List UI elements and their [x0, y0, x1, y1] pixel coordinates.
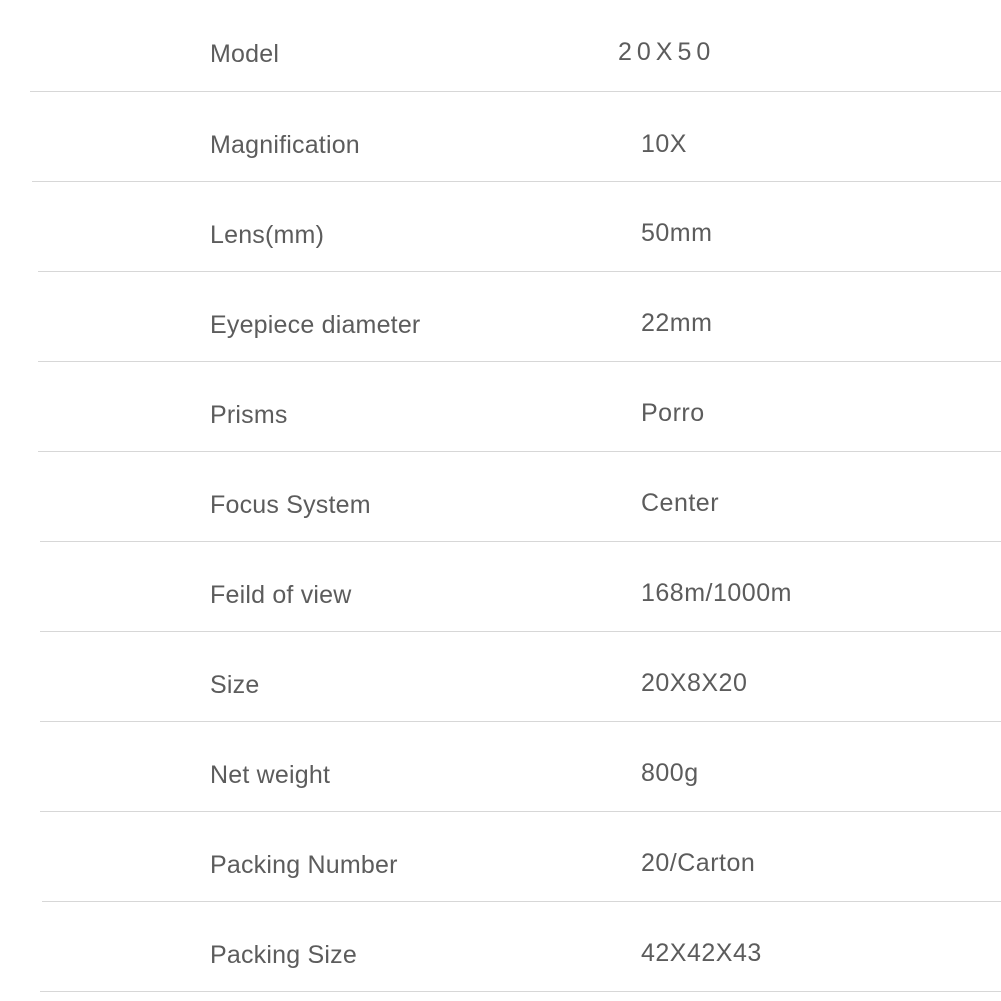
spec-row-lens: Lens(mm) 50mm — [0, 181, 1001, 271]
spec-value: 168m/1000m — [641, 579, 792, 607]
spec-row-size: Size 20X8X20 — [0, 631, 1001, 721]
spec-label: Model — [210, 40, 280, 68]
spec-label: Net weight — [210, 761, 331, 789]
spec-row-prisms: Prisms Porro — [0, 361, 1001, 451]
spec-value: 10X — [641, 130, 687, 158]
spec-value: 20/Carton — [641, 849, 756, 877]
row-divider — [40, 991, 1001, 992]
spec-label: Packing Size — [210, 941, 357, 969]
spec-value: Porro — [641, 399, 705, 427]
spec-value: 800g — [641, 759, 699, 787]
spec-row-packing-size: Packing Size 42X42X43 — [0, 901, 1001, 991]
spec-row-field-of-view: Feild of view 168m/1000m — [0, 541, 1001, 631]
spec-label: Packing Number — [210, 851, 398, 879]
spec-label: Focus System — [210, 491, 371, 519]
spec-label: Lens(mm) — [210, 221, 325, 249]
spec-row-focus-system: Focus System Center — [0, 451, 1001, 541]
spec-label: Eyepiece diameter — [210, 311, 421, 339]
spec-value: Center — [641, 489, 720, 517]
spec-row-packing-number: Packing Number 20/Carton — [0, 811, 1001, 901]
spec-value: 20X8X20 — [641, 669, 748, 697]
spec-row-model: Model 20X50 — [0, 0, 1001, 90]
spec-table: Model 20X50 Magnification 10X Lens(mm) 5… — [0, 0, 1001, 1001]
spec-label: Prisms — [210, 401, 288, 429]
spec-row-net-weight: Net weight 800g — [0, 721, 1001, 811]
spec-value: 20X50 — [618, 38, 716, 66]
spec-label: Size — [210, 671, 260, 699]
spec-label: Magnification — [210, 131, 360, 159]
spec-value: 22mm — [641, 309, 713, 337]
spec-value: 42X42X43 — [641, 939, 762, 967]
spec-row-magnification: Magnification 10X — [0, 91, 1001, 181]
spec-label: Feild of view — [210, 581, 352, 609]
spec-row-eyepiece-diameter: Eyepiece diameter 22mm — [0, 271, 1001, 361]
spec-value: 50mm — [641, 219, 713, 247]
